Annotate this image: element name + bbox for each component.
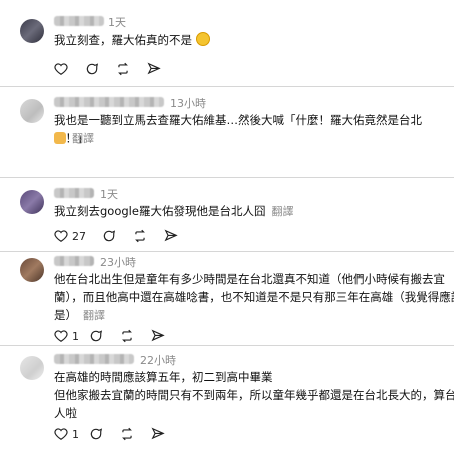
repost-icon (135, 229, 145, 243)
username[interactable] (54, 256, 94, 266)
repost-button[interactable] (120, 328, 134, 344)
comment-icon (86, 63, 99, 75)
repost-icon (122, 427, 132, 441)
username[interactable] (54, 97, 164, 107)
post-actions: 1 (54, 426, 174, 442)
post-text-line3: 人啦 (54, 406, 77, 420)
comment-icon (90, 428, 103, 440)
post-actions: 27 (54, 228, 194, 244)
post-2: 13小時 我也是一聽到立馬去查羅大佑維基…然後大喊「什麼！羅大佑竟然是台北人！」… (0, 87, 454, 176)
share-icon (151, 427, 165, 440)
repost-icon (122, 329, 132, 343)
like-button[interactable] (54, 61, 68, 77)
avatar[interactable] (20, 19, 44, 43)
translate-link[interactable]: 翻譯 (83, 309, 105, 322)
repost-button[interactable] (116, 61, 130, 77)
repost-button[interactable] (133, 228, 147, 244)
post-text-line1: 在高雄的時間應該算五年，初二到高中畢業 (54, 370, 273, 384)
post-text-line1: 他在台北出生但是童年有多少時間是在台北還真不知道（他們小時候有搬去宜 (54, 272, 445, 286)
timestamp: 23小時 (100, 256, 136, 269)
share-icon (147, 62, 161, 75)
heart-icon (54, 428, 68, 440)
like-button[interactable]: 1 (54, 328, 79, 344)
share-button[interactable] (151, 426, 165, 442)
comment-button[interactable] (89, 328, 103, 344)
share-icon (151, 329, 165, 342)
like-button[interactable]: 1 (54, 426, 79, 442)
share-icon (164, 229, 178, 242)
post-text-line2: 但他家搬去宜蘭的時間只有不到兩年，所以童年幾乎都還是在台北長大的，算台北 (54, 388, 454, 402)
comment-button[interactable] (102, 228, 116, 244)
timestamp: 22小時 (140, 354, 176, 367)
cat-emoji (54, 132, 66, 144)
like-count: 1 (72, 427, 79, 441)
heart-icon (54, 63, 68, 75)
post-text: 我立刻查，羅大佑真的不是 (54, 31, 210, 49)
post-4: 23小時 他在台北出生但是童年有多少時間是在台北還真不知道（他們小時候有搬去宜 … (0, 252, 454, 344)
smile-emoji (195, 32, 210, 46)
translate-link[interactable]: 翻譯 (271, 205, 293, 218)
username[interactable] (54, 16, 104, 26)
post-text: 我立刻去google羅大佑發現他是台北人囧 翻譯 (54, 204, 294, 218)
post-3: 1天 我立刻去google羅大佑發現他是台北人囧 翻譯 27 (0, 178, 454, 250)
avatar[interactable] (20, 190, 44, 214)
post-text-line2: 翻譯 (54, 129, 94, 148)
post-5: 22小時 在高雄的時間應該算五年，初二到高中畢業 但他家搬去宜蘭的時間只有不到兩… (0, 346, 454, 450)
heart-icon (54, 330, 68, 342)
share-button[interactable] (164, 228, 178, 244)
avatar[interactable] (20, 99, 44, 123)
comment-button[interactable] (85, 61, 99, 77)
comment-icon (90, 330, 103, 342)
like-button[interactable]: 27 (54, 228, 86, 244)
share-button[interactable] (151, 328, 165, 344)
timestamp: 1天 (100, 188, 118, 201)
username[interactable] (54, 354, 134, 364)
username[interactable] (54, 188, 94, 198)
post-text: 我也是一聽到立馬去查羅大佑維基…然後大喊「什麼！羅大佑竟然是台北人！」 (54, 113, 422, 145)
post-text-line2: 蘭），而且他高中還在高雄唸書，也不知道是不是只有那三年在高雄（我覺得應該 (54, 290, 454, 304)
post-1: 1天 我立刻查，羅大佑真的不是 (0, 0, 454, 85)
timestamp: 1天 (108, 16, 126, 29)
comment-icon (103, 230, 116, 242)
translate-link[interactable]: 翻譯 (72, 132, 94, 145)
post-actions: 1 (54, 328, 174, 344)
post-text-line3: 是） 翻譯 (54, 308, 105, 322)
like-count: 1 (72, 329, 79, 343)
comment-button[interactable] (89, 426, 103, 442)
avatar[interactable] (20, 258, 44, 282)
share-button[interactable] (147, 61, 161, 77)
avatar[interactable] (20, 356, 44, 380)
like-count: 27 (72, 229, 86, 243)
timestamp: 13小時 (170, 97, 206, 110)
heart-icon (54, 230, 68, 242)
repost-icon (118, 62, 128, 76)
repost-button[interactable] (120, 426, 134, 442)
post-actions (54, 61, 174, 77)
